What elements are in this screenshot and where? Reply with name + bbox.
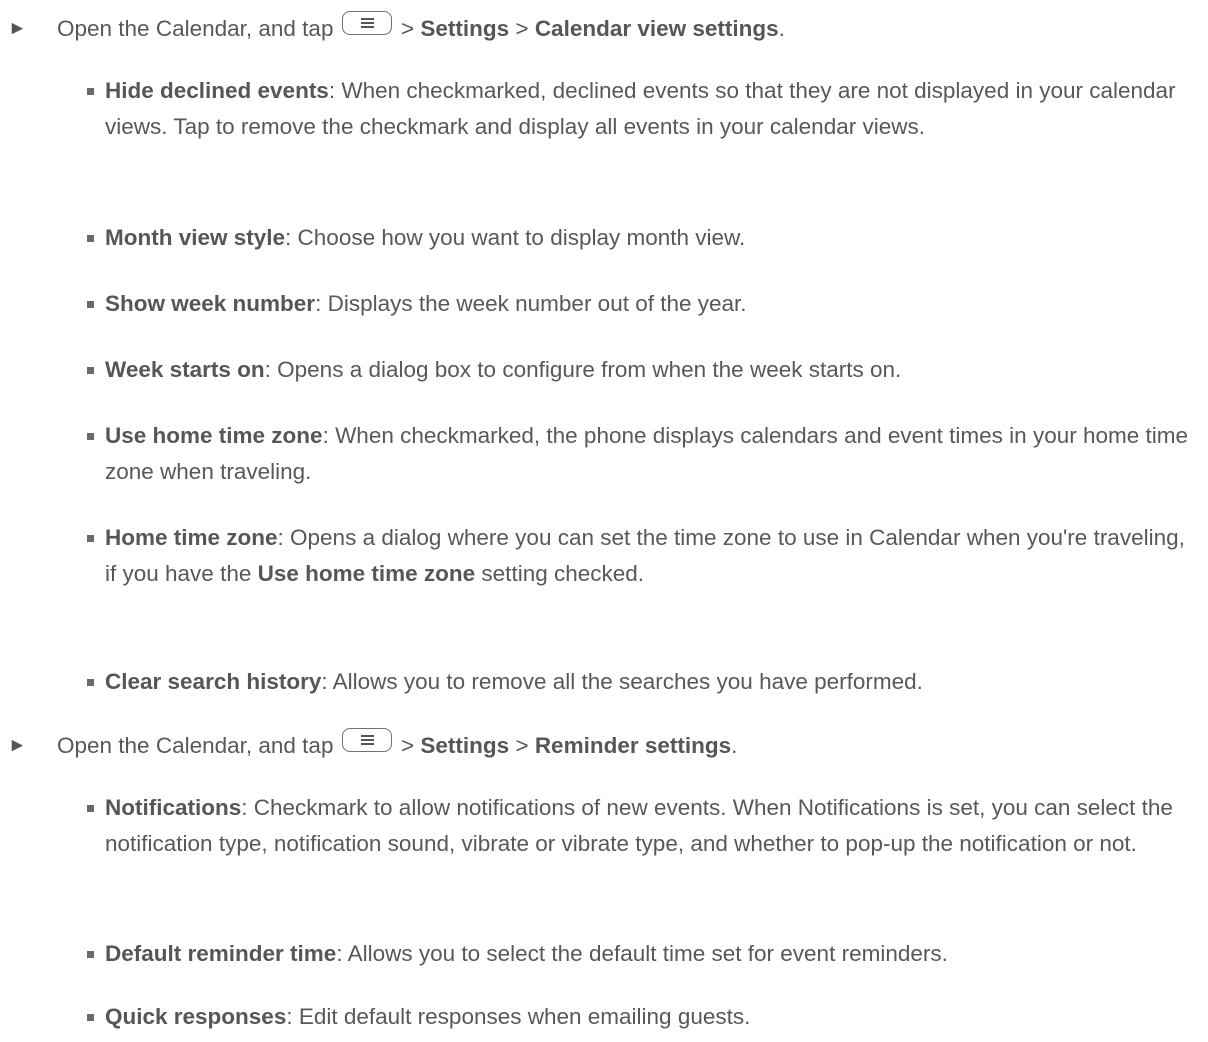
step-separator: > xyxy=(394,16,421,41)
list-item-term: Month view style xyxy=(105,225,286,250)
list-item-term: Quick responses xyxy=(105,1004,287,1029)
list-item-term: Use home time zone xyxy=(105,423,323,448)
list-item-desc: : Checkmark to allow notifications of ne… xyxy=(105,795,1173,856)
menu-key-icon xyxy=(341,11,392,35)
step-menu-settings: Settings xyxy=(420,16,510,41)
bullet-icon xyxy=(87,301,94,308)
list-item-desc: : Allows you to remove all the searches … xyxy=(321,669,923,694)
bullet-icon xyxy=(87,535,94,542)
list-item-term: Show week number xyxy=(105,291,316,316)
list-item-text: Home time zone: Opens a dialog where you… xyxy=(105,520,1200,592)
list-item-term: Notifications xyxy=(105,795,242,820)
list-item-text: Clear search history: Allows you to remo… xyxy=(105,664,1200,700)
list-item-term: Clear search history xyxy=(105,669,322,694)
list-item-desc: : Displays the week number out of the ye… xyxy=(315,291,747,316)
list-item-term: Default reminder time xyxy=(105,941,337,966)
bullet-icon xyxy=(87,367,94,374)
step-menu-reminder-settings: Reminder settings xyxy=(534,733,732,758)
list-item-text: Use home time zone: When checkmarked, th… xyxy=(105,418,1200,490)
bullet-icon xyxy=(87,679,94,686)
list-item-desc: : Opens a dialog box to configure from w… xyxy=(264,357,902,382)
list-item-term: Hide declined events xyxy=(105,78,329,103)
step-menu-calendar-view-settings: Calendar view settings xyxy=(534,16,779,41)
list-item-text: Notifications: Checkmark to allow notifi… xyxy=(105,790,1200,862)
list-item-text: Month view style: Choose how you want to… xyxy=(105,220,1200,256)
bullet-icon xyxy=(87,433,94,440)
list-item-term: Week starts on xyxy=(105,357,265,382)
document-page: ► Open the Calendar, and tap > Settings … xyxy=(0,0,1208,1042)
list-item-text: Hide declined events: When checkmarked, … xyxy=(105,73,1200,145)
step-prefix: Open the Calendar, and tap xyxy=(57,16,334,41)
list-item-term: Home time zone xyxy=(105,525,278,550)
bullet-icon xyxy=(87,1014,94,1021)
list-item-desc: setting checked. xyxy=(475,561,645,586)
bullet-icon xyxy=(87,88,94,95)
menu-key-icon xyxy=(341,728,392,752)
step-arrow-icon: ► xyxy=(8,18,27,39)
step-separator: > xyxy=(394,733,421,758)
step-separator: > xyxy=(509,733,535,758)
bullet-icon xyxy=(87,805,94,812)
list-item-text: Show week number: Displays the week numb… xyxy=(105,286,1200,322)
list-item-desc: : Allows you to select the default time … xyxy=(336,941,948,966)
bullet-icon xyxy=(87,951,94,958)
step-text: Open the Calendar, and tap > Settings > … xyxy=(57,11,785,47)
bullet-icon xyxy=(87,235,94,242)
step-arrow-icon: ► xyxy=(8,735,27,756)
step-menu-settings: Settings xyxy=(420,733,510,758)
step-text: Open the Calendar, and tap > Settings > … xyxy=(57,728,737,764)
list-item-term: Use home time zone xyxy=(257,561,476,586)
list-item-text: Default reminder time: Allows you to sel… xyxy=(105,936,1200,972)
step-prefix: Open the Calendar, and tap xyxy=(57,733,334,758)
list-item-desc: : Edit default responses when emailing g… xyxy=(286,1004,751,1029)
step-end: . xyxy=(778,16,785,41)
list-item-text: Week starts on: Opens a dialog box to co… xyxy=(105,352,1200,388)
step-separator: > xyxy=(509,16,535,41)
list-item-desc: : Choose how you want to display month v… xyxy=(285,225,746,250)
step-end: . xyxy=(731,733,738,758)
list-item-text: Quick responses: Edit default responses … xyxy=(105,999,1200,1035)
